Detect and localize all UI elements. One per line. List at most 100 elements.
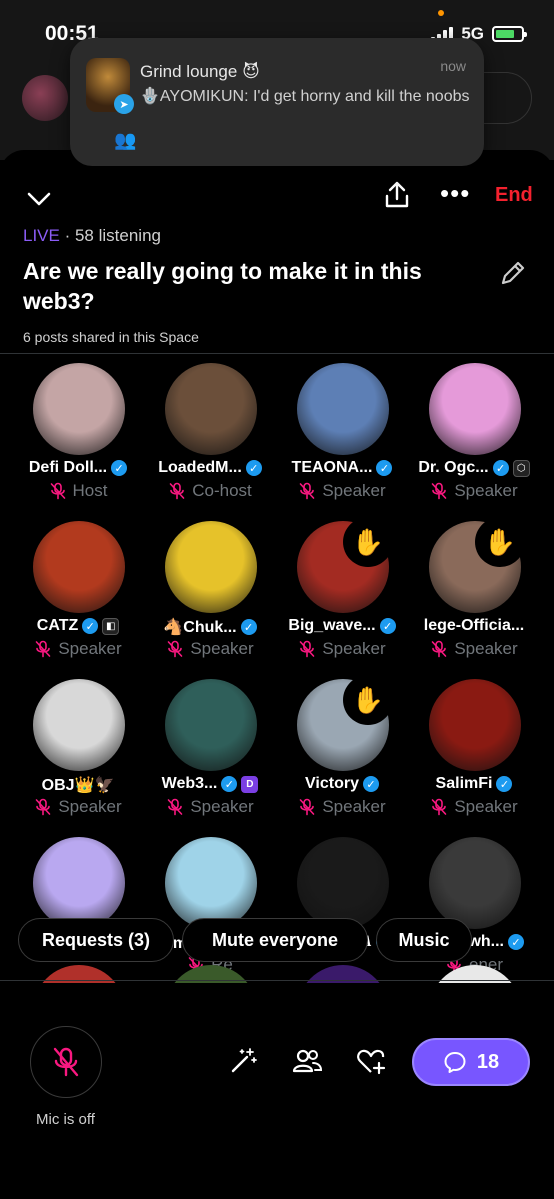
verified-badge-icon: ✓ <box>492 460 509 476</box>
participant-card[interactable]: Web3... ✓ D Speaker <box>144 679 276 837</box>
participant-role: Co-host <box>192 481 252 500</box>
participant-card[interactable]: ✋ Big_wave... ✓ Speaker <box>276 517 408 679</box>
verified-badge-icon: ✓ <box>111 460 128 476</box>
mic-off-icon <box>34 798 52 816</box>
participant-card[interactable]: SalimFi ✓ Speaker <box>408 679 540 837</box>
participant-role: Host <box>72 481 108 500</box>
mic-off-icon <box>298 482 316 500</box>
participant-card[interactable]: Defi Doll... ✓ Host <box>12 363 144 521</box>
verified-badge-icon: ✓ <box>240 619 257 635</box>
participant-name: CATZ <box>36 617 79 634</box>
share-icon[interactable] <box>382 180 412 210</box>
people-icon[interactable] <box>292 1046 323 1076</box>
live-label: LIVE <box>23 226 60 245</box>
participant-name: Big_wave... <box>288 617 376 634</box>
magic-wand-icon[interactable] <box>228 1046 258 1076</box>
participant-card[interactable]: ✋ lege-Officia... Speaker <box>408 517 540 679</box>
participant-role: Speaker <box>322 481 386 500</box>
participant-card[interactable]: CATZ ✓ ◧ Speaker <box>12 521 144 679</box>
avatar[interactable] <box>429 679 521 771</box>
avatar[interactable] <box>429 837 521 929</box>
music-button[interactable]: Music <box>376 918 472 962</box>
participant-card[interactable]: LoadedM... ✓ Co-host <box>144 363 276 521</box>
verified-badge-icon: ✓ <box>376 460 393 476</box>
participant-role: Speaker <box>190 639 254 658</box>
group-icon: 👥 <box>114 130 137 150</box>
participant-name: OBJ👑🦅 <box>41 777 115 794</box>
mic-toggle-button[interactable] <box>30 1026 102 1098</box>
participant-name: LoadedM... <box>158 459 242 476</box>
participant-role: Speaker <box>322 797 386 816</box>
avatar[interactable] <box>429 363 521 455</box>
avatar[interactable] <box>165 679 257 771</box>
participant-name: lege-Officia... <box>423 617 525 634</box>
participant-role: Speaker <box>454 639 518 658</box>
space-title: Are we really going to make it in this w… <box>23 258 422 314</box>
mic-off-icon <box>166 640 184 658</box>
listening-count: · 58 listening <box>64 226 161 245</box>
affiliate-badge-icon: ◧ <box>102 617 120 635</box>
mic-off-icon <box>430 640 448 658</box>
mic-off-icon <box>298 798 316 816</box>
notification-time: now <box>440 58 466 74</box>
mic-off-icon <box>298 640 316 658</box>
requests-button[interactable]: Requests (3) <box>18 918 174 962</box>
raised-hand-icon: ✋ <box>343 517 393 567</box>
participant-card[interactable]: TEAONA... ✓ Speaker <box>276 363 408 521</box>
background-avatar <box>22 75 68 121</box>
mic-status-label: Mic is off <box>36 1111 95 1128</box>
avatar[interactable] <box>165 363 257 455</box>
participant-name: SalimFi <box>435 775 493 792</box>
participant-name: 🐴Chuk... <box>163 619 237 636</box>
verified-badge-icon: ✓ <box>245 460 262 476</box>
participant-name: Victory <box>305 775 359 792</box>
avatar[interactable] <box>33 521 125 613</box>
mic-off-icon <box>49 482 67 500</box>
notification-banner[interactable]: ➤ Grind lounge 😈 🪬AYOMIKUN: I'd get horn… <box>70 38 484 166</box>
participant-role: Speaker <box>322 639 386 658</box>
participant-name: Defi Doll... <box>28 459 108 476</box>
mute-everyone-button[interactable]: Mute everyone <box>182 918 368 962</box>
participant-card[interactable]: ✋ Victory ✓ Speaker <box>276 675 408 837</box>
participant-card[interactable]: Dr. Ogc... ✓ ⬡ Speaker <box>408 363 540 521</box>
mic-off-icon <box>430 798 448 816</box>
bottom-divider <box>0 980 554 981</box>
participant-card[interactable]: OBJ👑🦅 Speaker <box>12 679 144 837</box>
avatar[interactable] <box>165 521 257 613</box>
avatar[interactable] <box>33 837 125 929</box>
verified-badge-icon: ✓ <box>362 776 379 792</box>
telegram-icon: ➤ <box>114 94 134 114</box>
avatar[interactable] <box>33 679 125 771</box>
participant-name: Web3... <box>161 775 218 792</box>
participant-name: TEAONA... <box>291 459 373 476</box>
avatar[interactable] <box>33 363 125 455</box>
chat-bubble-icon <box>444 1052 466 1073</box>
posts-shared-link[interactable]: 6 posts shared in this Space <box>23 329 199 345</box>
participant-card[interactable]: 🐴Chuk... ✓ Speaker <box>144 521 276 679</box>
replies-count: 18 <box>476 1050 500 1073</box>
notification-title: Grind lounge 😈 <box>140 62 260 81</box>
participant-role: Speaker <box>58 639 122 658</box>
mic-off-icon <box>430 482 448 500</box>
raised-hand-icon: ✋ <box>343 675 393 725</box>
participant-role: Speaker <box>454 481 518 500</box>
verified-badge-icon: ✓ <box>82 618 99 634</box>
more-options-icon[interactable]: ••• <box>440 178 470 209</box>
verified-badge-icon: ✓ <box>496 776 513 792</box>
battery-icon <box>492 26 527 42</box>
avatar[interactable] <box>165 837 257 929</box>
mic-off-icon <box>34 640 52 658</box>
participant-name: Dr. Ogc... <box>418 459 489 476</box>
end-space-button[interactable]: End <box>495 184 533 207</box>
avatar[interactable] <box>297 837 389 929</box>
chevron-down-icon[interactable] <box>26 184 52 215</box>
heart-add-icon[interactable] <box>356 1046 386 1076</box>
pencil-icon[interactable] <box>498 258 528 288</box>
verified-badge-icon: ✓ <box>221 776 238 792</box>
replies-button[interactable]: 18 <box>412 1038 530 1086</box>
avatar[interactable] <box>297 363 389 455</box>
participant-role: Speaker <box>454 797 518 816</box>
notification-message: 🪬AYOMIKUN: I'd get horny and kill the no… <box>140 88 470 105</box>
mic-off-icon <box>166 798 184 816</box>
participants-grid: Defi Doll... ✓ Host LoadedM... ✓ Co-host TEAON… <box>0 353 554 983</box>
